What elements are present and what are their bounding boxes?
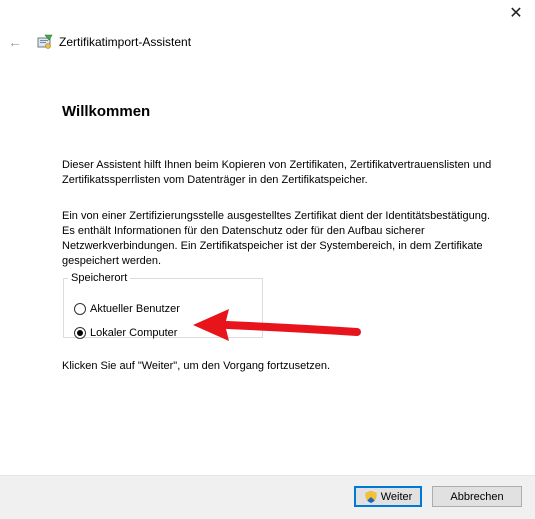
back-button[interactable]: ← — [6, 33, 24, 51]
next-button-label: Weiter — [380, 490, 413, 503]
cancel-button[interactable]: Abbrechen — [432, 486, 522, 507]
back-arrow-icon: ← — [8, 34, 22, 50]
next-button[interactable]: Weiter — [354, 486, 422, 507]
window-title: Zertifikatimport-Assistent — [59, 35, 192, 49]
radio-current-user[interactable]: Aktueller Benutzer — [74, 303, 180, 315]
close-icon: ✕ — [509, 5, 523, 22]
radio-label: Aktueller Benutzer — [90, 303, 180, 315]
info-text: Ein von einer Zertifizierungsstelle ausg… — [62, 210, 491, 267]
radio-selected-dot — [77, 330, 83, 336]
continue-hint: Klicken Sie auf "Weiter", um den Vorgang… — [62, 360, 331, 372]
close-button[interactable]: ✕ — [501, 2, 531, 24]
intro-text: Dieser Assistent hilft Ihnen beim Kopier… — [62, 159, 492, 186]
certificate-icon — [37, 34, 53, 49]
footer-bar: Weiter Abbrechen — [0, 475, 535, 519]
radio-button[interactable] — [74, 303, 86, 315]
page-heading: Willkommen — [62, 103, 151, 120]
radio-button-selected[interactable] — [74, 327, 86, 339]
red-arrow-icon — [193, 309, 361, 341]
cancel-button-label: Abbrechen — [450, 490, 504, 503]
uac-shield-icon — [365, 490, 377, 503]
storage-location-legend: Speicherort — [71, 272, 128, 284]
radio-local-computer[interactable]: Lokaler Computer — [74, 327, 177, 339]
radio-label: Lokaler Computer — [90, 327, 178, 339]
